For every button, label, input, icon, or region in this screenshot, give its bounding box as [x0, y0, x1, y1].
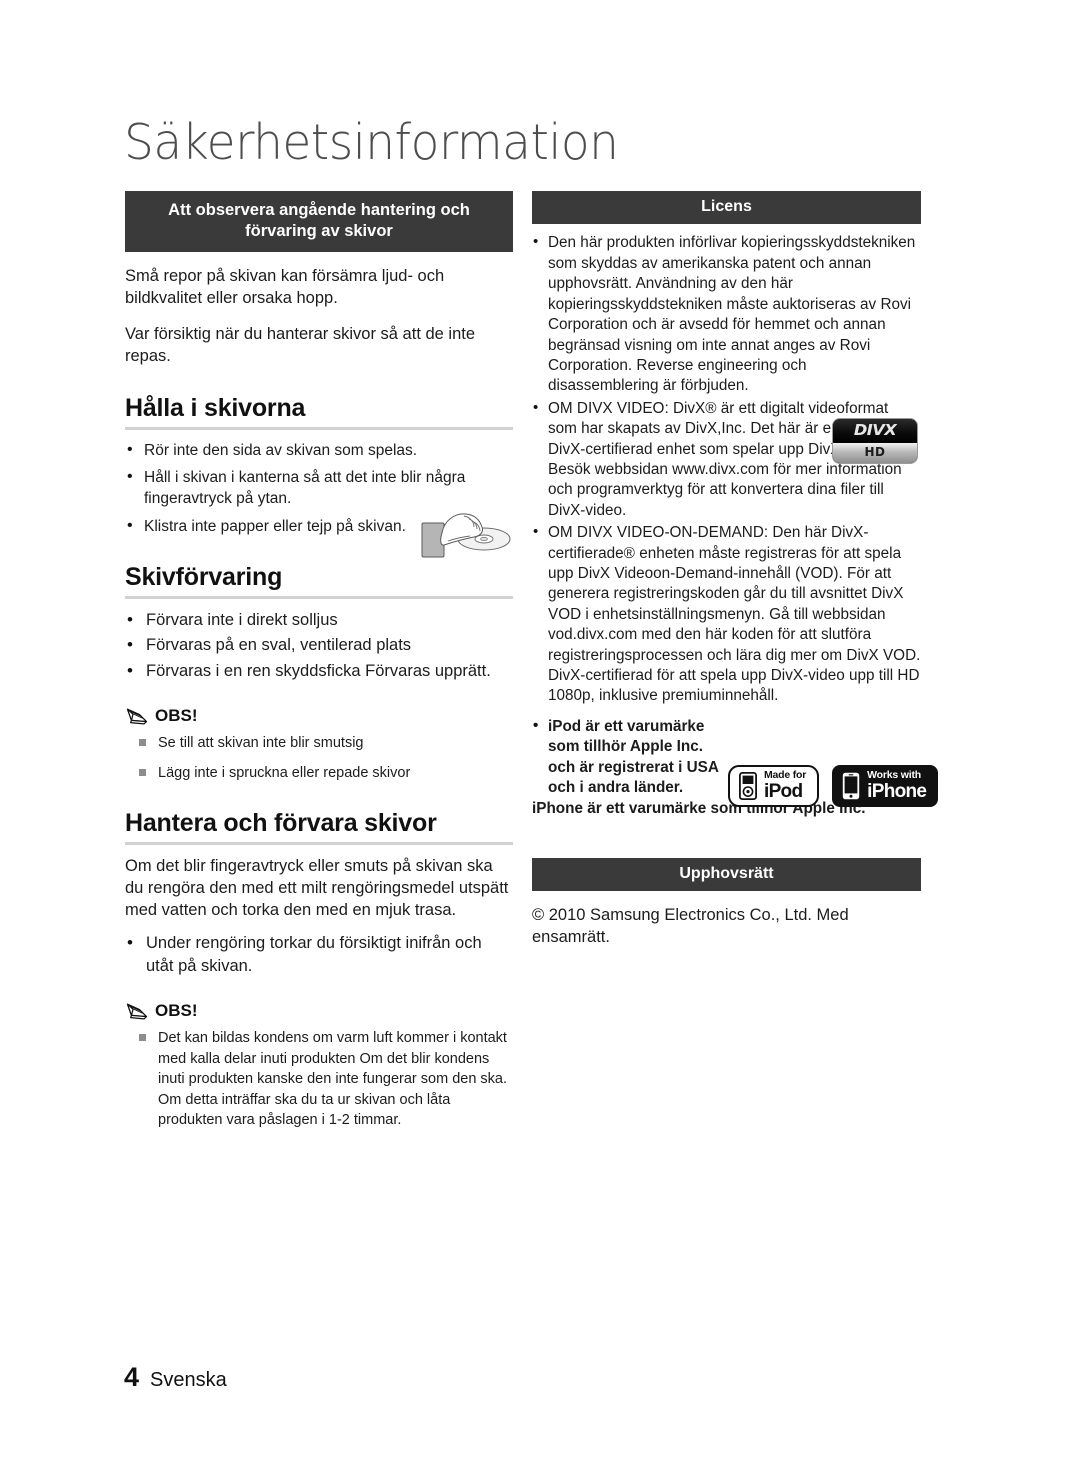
heading-holding-discs: Hålla i skivorna: [125, 393, 306, 422]
section-banner-licens: Licens: [532, 191, 921, 225]
badge-big-label: iPod: [764, 780, 803, 802]
apple-compatibility-badges: Made for iPod Works with iPhone: [728, 765, 939, 807]
badge-big-label: iPhone: [867, 780, 927, 802]
note-block-storage: OBS! Se till att skivan inte blir smutsi…: [125, 706, 513, 783]
divx-logo-wordmark: DIVX: [853, 421, 897, 439]
heading-handle-store-discs: Hantera och förvara skivor: [125, 809, 437, 838]
note-heading: OBS!: [125, 706, 513, 726]
list-item: Under rengöring torkar du försiktigt ini…: [125, 931, 513, 977]
pencil-icon: [126, 1003, 148, 1020]
page-title: Säkerhetsinformation: [124, 113, 619, 172]
note-label: OBS!: [155, 1001, 198, 1021]
list-item: Förvaras i en ren skyddsficka Förvaras u…: [125, 659, 513, 683]
list-item: Se till att skivan inte blir smutsig: [125, 733, 513, 754]
list-item: Det kan bildas kondens om varm luft komm…: [125, 1028, 513, 1131]
divx-logo-bottom: HD: [833, 443, 917, 463]
right-column: Licens Den här produkten införlivar kopi…: [532, 191, 921, 949]
hand-holding-disc-illustration: [421, 513, 511, 558]
made-for-ipod-badge: Made for iPod: [728, 765, 820, 807]
heading-rule: [125, 426, 513, 430]
iphone-icon: [842, 772, 860, 799]
heading-rule: [125, 595, 513, 599]
section-banner-copyright: Upphovsrätt: [532, 857, 921, 892]
divx-logo-top: DIVX: [833, 419, 917, 443]
heading-rule: [125, 842, 513, 846]
badge-text: Works with iPhone: [867, 769, 927, 802]
works-with-iphone-badge: Works with iPhone: [832, 765, 939, 807]
handle-paragraph: Om det blir fingeravtryck eller smuts på…: [125, 857, 509, 920]
note-label: OBS!: [155, 706, 198, 726]
list-disc-storage: Förvara inte i direkt solljus Förvaras p…: [125, 608, 513, 683]
copyright-text: © 2010 Samsung Electronics Co., Ltd. Med…: [532, 906, 849, 947]
list-licens: Den här produkten införlivar kopieringss…: [532, 232, 921, 707]
badge-small-label: Made for: [764, 769, 807, 782]
divx-hd-logo: DIVX HD: [833, 419, 917, 463]
page-language: Svenska: [150, 1369, 227, 1391]
list-item: Den här produkten införlivar kopieringss…: [532, 232, 921, 396]
list-handle-discs: Under rengöring torkar du försiktigt ini…: [125, 931, 513, 977]
list-item: OM DIVX VIDEO-ON-DEMAND: Den här DivX-ce…: [532, 522, 921, 707]
badge-small-label: Works with: [867, 769, 921, 782]
list-item: Lägg inte i spruckna eller repade skivor: [125, 763, 513, 784]
list-item: iPod är ett varumärke som tillhör Apple …: [532, 716, 733, 799]
section-banner-handling: Att observera angående hantering och för…: [125, 191, 513, 253]
heading-disc-storage: Skivförvaring: [125, 562, 283, 591]
left-column: Att observera angående hantering och för…: [125, 191, 513, 1140]
note-block-condensation: OBS! Det kan bildas kondens om varm luft…: [125, 1001, 513, 1131]
divx-logo-hd-text: HD: [864, 445, 886, 459]
page-number: 4: [124, 1362, 140, 1392]
ipod-icon: [739, 771, 757, 800]
list-item: Förvaras på en sval, ventilerad plats: [125, 633, 513, 657]
note-list: Det kan bildas kondens om varm luft komm…: [125, 1028, 513, 1131]
note-list: Se till att skivan inte blir smutsig Läg…: [125, 733, 513, 783]
intro-paragraph-2: Var försiktig när du hanterar skivor så …: [125, 325, 476, 366]
pencil-icon: [126, 708, 148, 725]
note-heading: OBS!: [125, 1001, 513, 1021]
intro-paragraph-1: Små repor på skivan kan försämra ljud- o…: [125, 267, 445, 308]
manual-page: Säkerhetsinformation Att observera angåe…: [0, 0, 1080, 1479]
list-item: Förvara inte i direkt solljus: [125, 608, 513, 632]
page-footer: 4 Svenska: [124, 1362, 227, 1393]
badge-text: Made for iPod: [764, 770, 806, 801]
list-item: Rör inte den sida av skivan som spelas.: [125, 439, 513, 461]
